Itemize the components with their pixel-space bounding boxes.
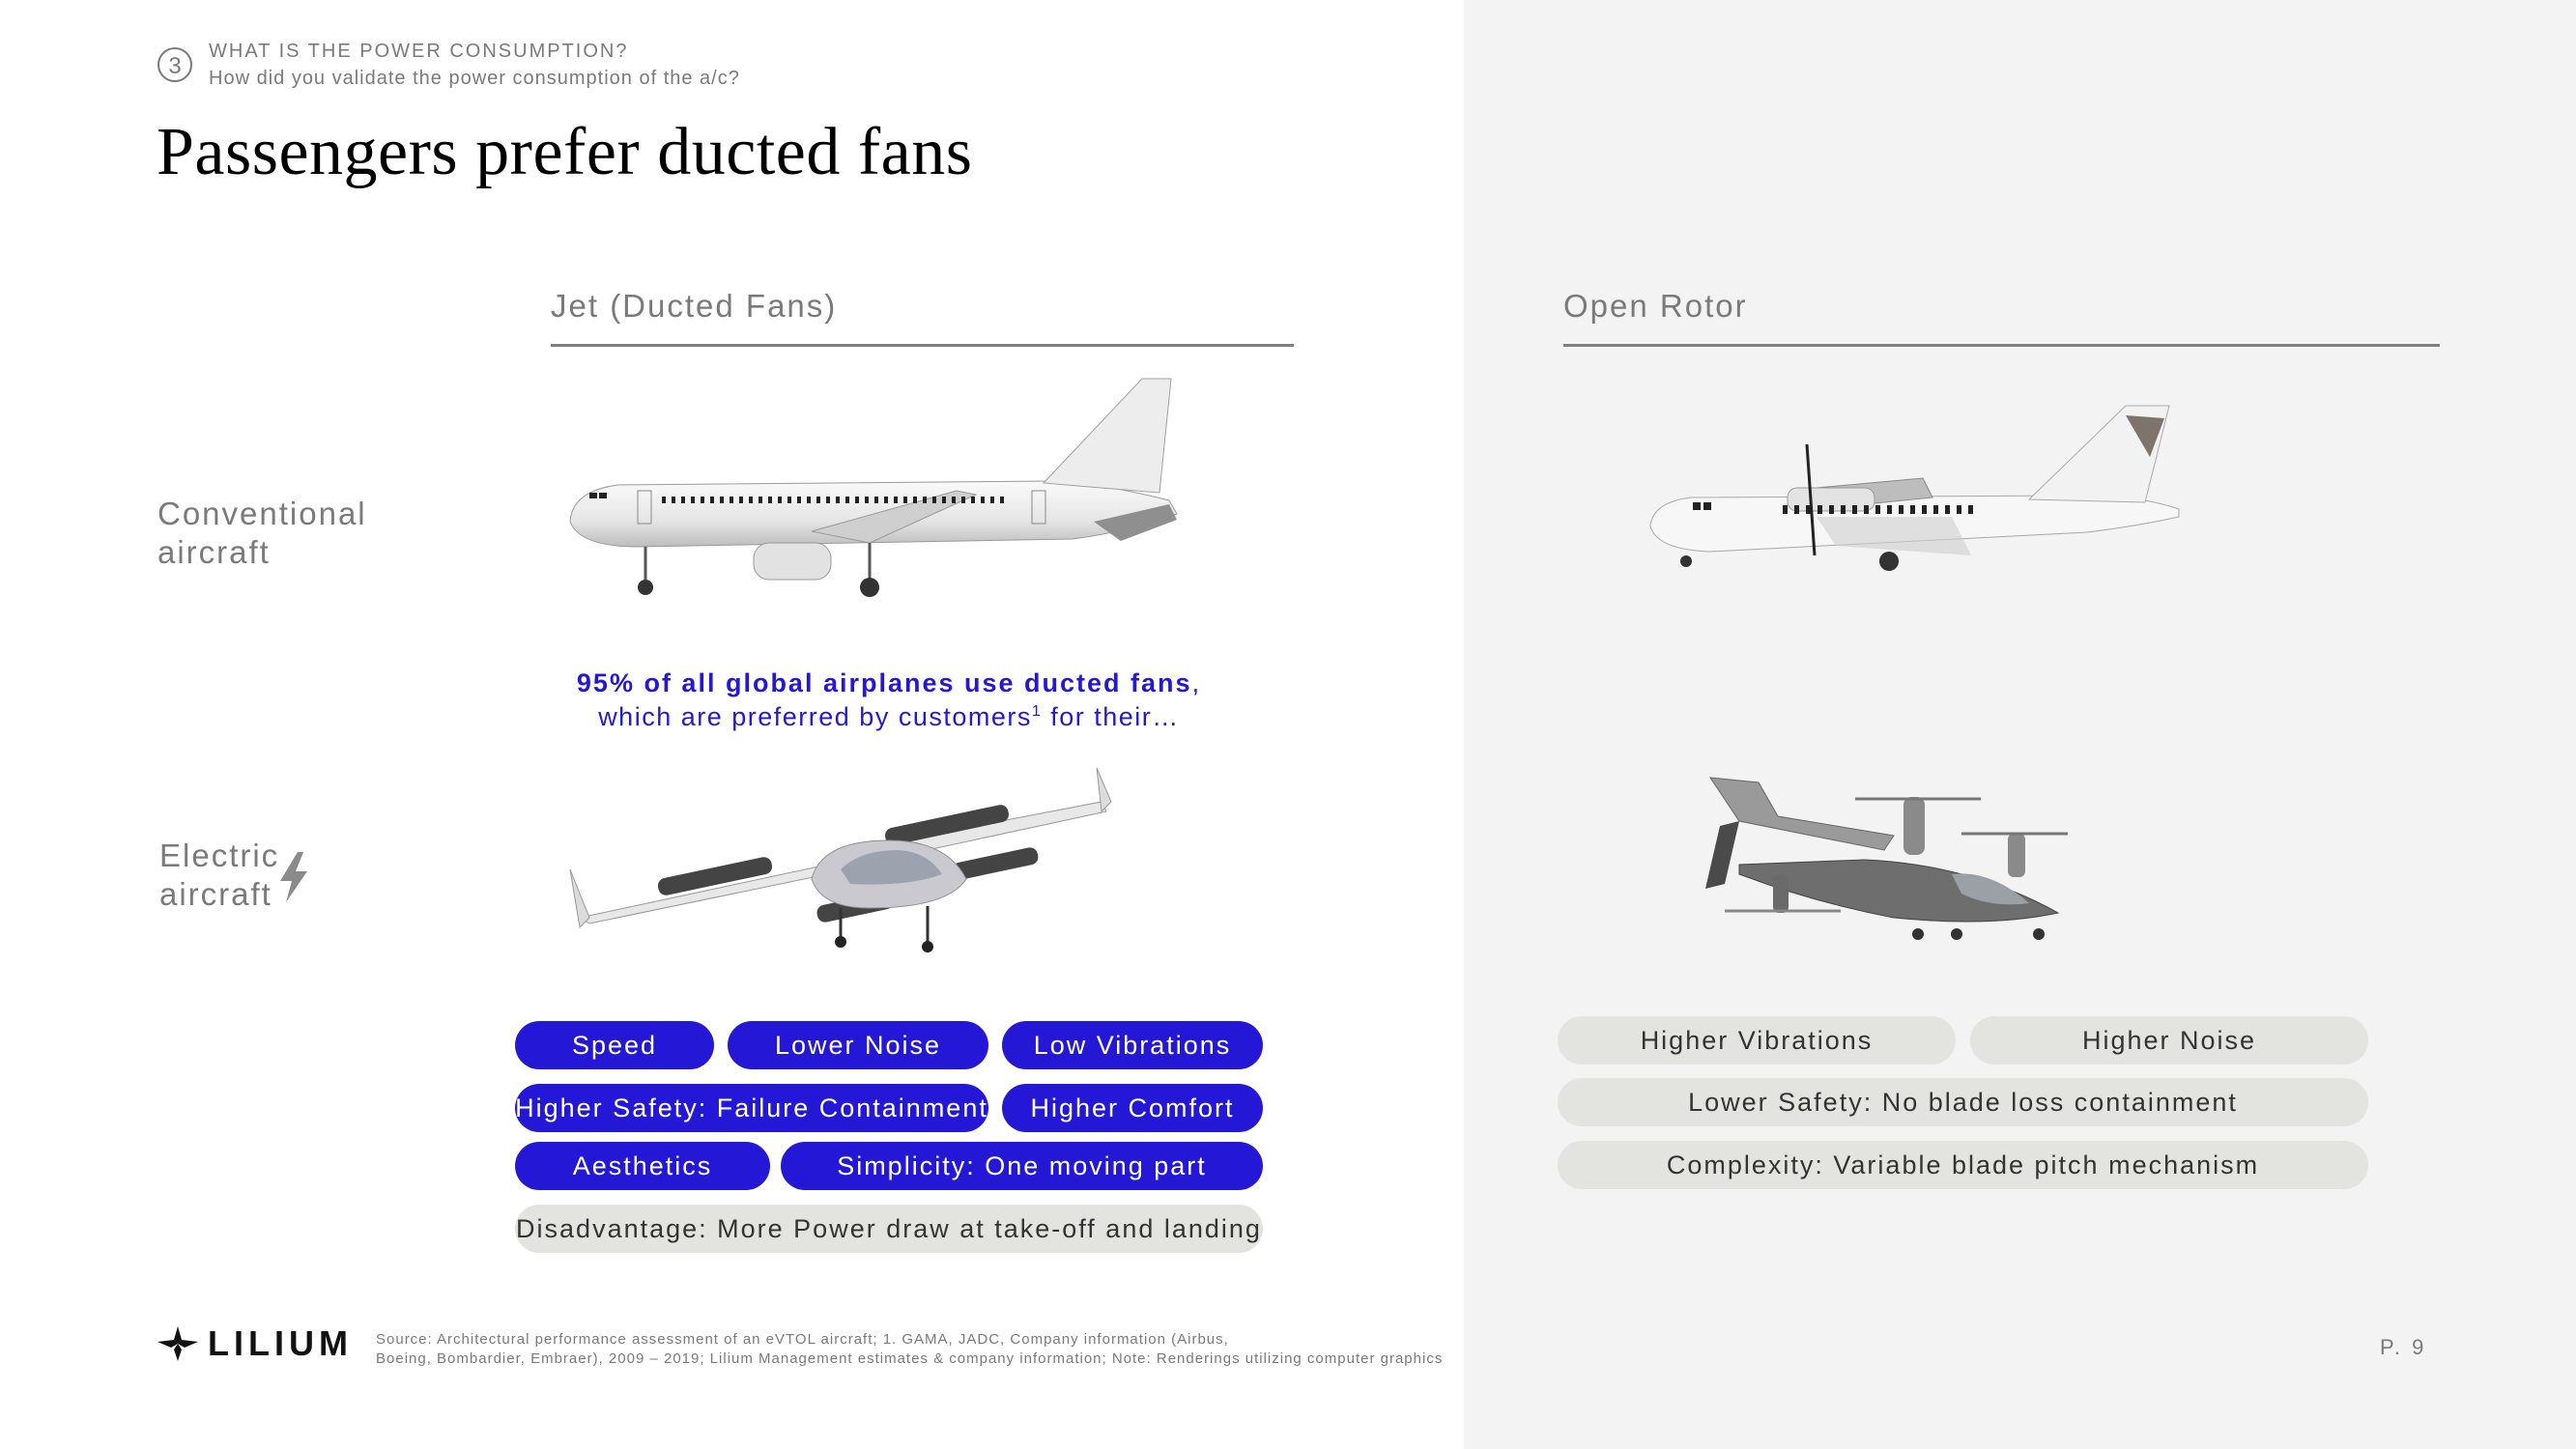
drawback-pill-higher-vibrations: Higher Vibrations [1558,1016,1956,1065]
row-label-line: Conventional [157,496,367,531]
lilium-jet-image [569,767,1112,952]
disadvantage-pill: Disadvantage: More Power draw at take-of… [515,1205,1263,1253]
row-label-line: aircraft [159,876,272,912]
airliner-jet-image [569,378,1178,597]
source-note: Source: Architectural performance assess… [376,1330,1443,1369]
logo-text: LILIUM [208,1323,353,1363]
lilium-logo: LILIUM [157,1323,353,1364]
row-label-line: aircraft [157,534,271,570]
advantage-pill-higher-comfort: Higher Comfort [1002,1084,1263,1132]
drawback-pill-complexity: Complexity: Variable blade pitch mechani… [1558,1141,2368,1189]
lightning-bolt-icon [280,852,307,902]
column-divider-open-rotor [1563,344,2440,347]
source-line: Boeing, Bombardier, Embraer), 2009 – 201… [376,1350,1444,1367]
advantage-pill-simplicity: Simplicity: One moving part [781,1142,1263,1190]
drawback-pill-lower-safety: Lower Safety: No blade loss containment [1558,1078,2368,1126]
page-title: Passengers prefer ducted fans [157,115,973,189]
advantage-pill-aesthetics: Aesthetics [515,1142,770,1190]
advantage-pill-lower-noise: Lower Noise [728,1021,988,1069]
open-rotor-panel [1464,0,2576,1449]
advantage-pill-low-vibrations: Low Vibrations [1002,1021,1263,1069]
step-number-badge: 3 [157,47,192,82]
advantage-pill-higher-safety: Higher Safety: Failure Containment [515,1084,988,1132]
section-label: WHAT IS THE POWER CONSUMPTION? [209,41,629,62]
section-question: How did you validate the power consumpti… [209,68,740,89]
ducted-fan-callout: 95% of all global airplanes use ducted f… [522,668,1256,732]
column-head-open-rotor: Open Rotor [1563,288,1748,324]
footnote-marker: 1 [1031,703,1043,720]
drawback-pill-higher-noise: Higher Noise [1970,1016,2368,1065]
advantage-pill-speed: Speed [515,1021,714,1069]
callout-body-end: for their… [1042,702,1180,731]
callout-body: which are preferred by customers [598,702,1032,731]
callout-comma: , [1191,668,1202,697]
source-line: Source: Architectural performance assess… [376,1331,1229,1348]
column-divider-jet [551,344,1294,347]
page-number: P. 9 [2380,1335,2427,1359]
turboprop-image [1649,405,2180,571]
lilium-flower-icon [157,1326,198,1361]
row-label-line: Electric [159,838,280,873]
row-label-conventional: Conventional aircraft [157,495,367,572]
column-head-jet: Jet (Ducted Fans) [551,288,838,324]
callout-headline: 95% of all global airplanes use ducted f… [576,668,1192,697]
row-label-electric: Electric aircraft [159,837,279,914]
tiltrotor-evtol-image [1705,777,2068,940]
